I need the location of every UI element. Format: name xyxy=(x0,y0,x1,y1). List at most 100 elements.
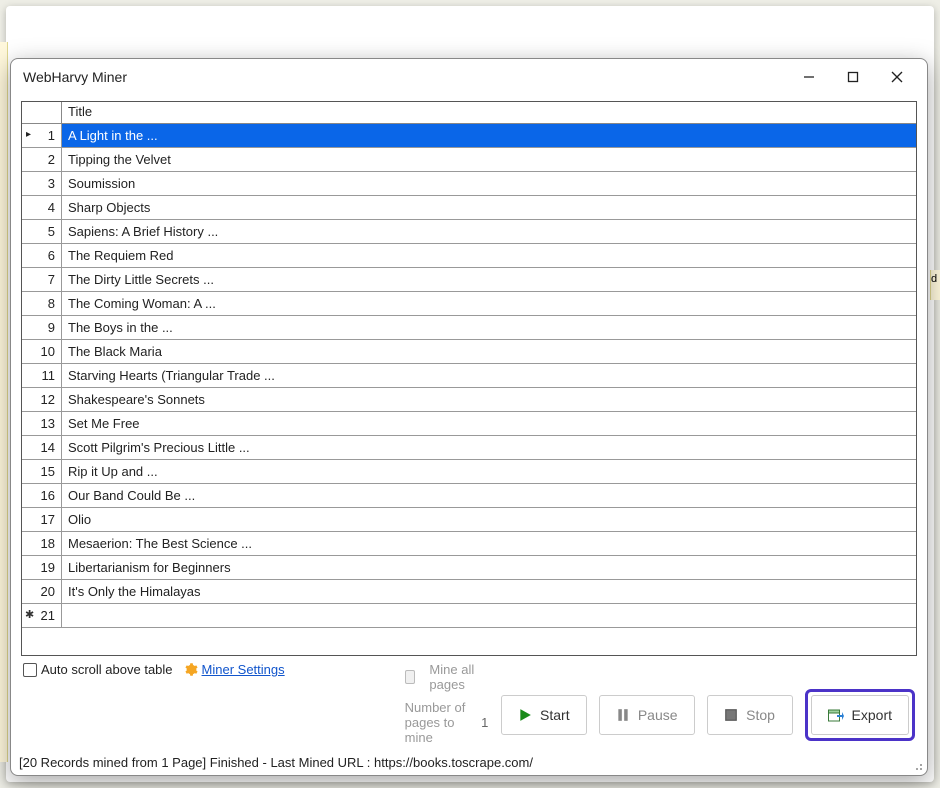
stop-icon xyxy=(724,708,738,722)
table-row[interactable]: 4Sharp Objects xyxy=(22,196,916,220)
close-icon xyxy=(891,71,903,83)
title-cell[interactable]: Tipping the Velvet xyxy=(62,148,916,171)
row-number-cell[interactable]: 3 xyxy=(22,172,62,195)
title-cell[interactable]: A Light in the ... xyxy=(62,124,916,147)
table-row[interactable]: 21✱ xyxy=(22,604,916,628)
row-number-cell[interactable]: 11 xyxy=(22,364,62,387)
mine-all-pages-option: Mine all pages xyxy=(405,662,491,692)
row-number-cell[interactable]: 1▸ xyxy=(22,124,62,147)
maximize-icon xyxy=(847,71,859,83)
table-row[interactable]: 15Rip it Up and ... xyxy=(22,460,916,484)
title-cell[interactable] xyxy=(62,604,916,627)
title-cell[interactable]: Olio xyxy=(62,508,916,531)
table-row[interactable]: 17Olio xyxy=(22,508,916,532)
row-number-cell[interactable]: 17 xyxy=(22,508,62,531)
title-cell[interactable]: Soumission xyxy=(62,172,916,195)
title-cell[interactable]: Our Band Could Be ... xyxy=(62,484,916,507)
table-row[interactable]: 9The Boys in the ... xyxy=(22,316,916,340)
row-number-cell[interactable]: 4 xyxy=(22,196,62,219)
title-cell[interactable]: The Requiem Red xyxy=(62,244,916,267)
table-row[interactable]: 18Mesaerion: The Best Science ... xyxy=(22,532,916,556)
title-cell[interactable]: Rip it Up and ... xyxy=(62,460,916,483)
title-cell[interactable]: The Boys in the ... xyxy=(62,316,916,339)
row-number-cell[interactable]: 16 xyxy=(22,484,62,507)
new-row-marker-icon: ✱ xyxy=(25,608,34,621)
minimize-button[interactable] xyxy=(787,62,831,92)
resize-grip[interactable] xyxy=(911,759,923,771)
table-row[interactable]: 7The Dirty Little Secrets ... xyxy=(22,268,916,292)
title-cell[interactable]: The Black Maria xyxy=(62,340,916,363)
miner-settings-link[interactable]: Miner Settings xyxy=(202,662,285,677)
row-number-cell[interactable]: 9 xyxy=(22,316,62,339)
pause-icon xyxy=(616,708,630,722)
gear-icon xyxy=(183,662,198,677)
row-number-cell[interactable]: 8 xyxy=(22,292,62,315)
mine-all-pages-checkbox[interactable] xyxy=(405,670,416,684)
maximize-button[interactable] xyxy=(831,62,875,92)
num-pages-label: Number of pages to mine xyxy=(405,700,469,745)
row-number-cell[interactable]: 21✱ xyxy=(22,604,62,627)
row-header-corner[interactable] xyxy=(22,102,62,123)
table-row[interactable]: 1▸A Light in the ... xyxy=(22,124,916,148)
table-row[interactable]: 20It's Only the Himalayas xyxy=(22,580,916,604)
table-row[interactable]: 16Our Band Could Be ... xyxy=(22,484,916,508)
background-panel-right: d xyxy=(930,270,940,300)
screen: d WebHarvy Miner Title 1▸A Light in the … xyxy=(0,0,940,788)
title-cell[interactable]: Set Me Free xyxy=(62,412,916,435)
pause-button[interactable]: Pause xyxy=(599,695,695,735)
stop-button[interactable]: Stop xyxy=(707,695,793,735)
title-cell[interactable]: Sapiens: A Brief History ... xyxy=(62,220,916,243)
results-grid[interactable]: Title 1▸A Light in the ...2Tipping the V… xyxy=(21,101,917,656)
table-row[interactable]: 11Starving Hearts (Triangular Trade ... xyxy=(22,364,916,388)
title-cell[interactable]: Mesaerion: The Best Science ... xyxy=(62,532,916,555)
row-number-cell[interactable]: 10 xyxy=(22,340,62,363)
title-cell[interactable]: Libertarianism for Beginners xyxy=(62,556,916,579)
title-cell[interactable]: It's Only the Himalayas xyxy=(62,580,916,603)
table-row[interactable]: 19Libertarianism for Beginners xyxy=(22,556,916,580)
title-cell[interactable]: Sharp Objects xyxy=(62,196,916,219)
export-button[interactable]: Export xyxy=(811,695,909,735)
auto-scroll-checkbox[interactable] xyxy=(23,663,37,677)
row-number-cell[interactable]: 14 xyxy=(22,436,62,459)
close-button[interactable] xyxy=(875,62,919,92)
export-button-label: Export xyxy=(852,707,892,723)
table-row[interactable]: 3Soumission xyxy=(22,172,916,196)
num-pages-value[interactable]: 1 xyxy=(479,715,491,730)
window-title: WebHarvy Miner xyxy=(23,69,787,85)
export-highlight: Export xyxy=(805,689,915,741)
grid-body[interactable]: 1▸A Light in the ...2Tipping the Velvet3… xyxy=(22,124,916,655)
table-row[interactable]: 8The Coming Woman: A ... xyxy=(22,292,916,316)
title-cell[interactable]: Starving Hearts (Triangular Trade ... xyxy=(62,364,916,387)
row-number-cell[interactable]: 7 xyxy=(22,268,62,291)
row-number-cell[interactable]: 12 xyxy=(22,388,62,411)
title-cell[interactable]: Shakespeare's Sonnets xyxy=(62,388,916,411)
title-cell[interactable]: The Coming Woman: A ... xyxy=(62,292,916,315)
row-number-cell[interactable]: 2 xyxy=(22,148,62,171)
title-cell[interactable]: Scott Pilgrim's Precious Little ... xyxy=(62,436,916,459)
auto-scroll-option[interactable]: Auto scroll above table xyxy=(23,662,173,677)
row-number-cell[interactable]: 15 xyxy=(22,460,62,483)
grid-header[interactable]: Title xyxy=(22,102,916,124)
status-text: [20 Records mined from 1 Page] Finished … xyxy=(19,755,533,770)
row-number-cell[interactable]: 5 xyxy=(22,220,62,243)
titlebar[interactable]: WebHarvy Miner xyxy=(11,59,927,95)
table-row[interactable]: 10The Black Maria xyxy=(22,340,916,364)
window-content: Title 1▸A Light in the ...2Tipping the V… xyxy=(11,95,927,749)
row-number-cell[interactable]: 18 xyxy=(22,532,62,555)
row-number-cell[interactable]: 13 xyxy=(22,412,62,435)
table-row[interactable]: 5Sapiens: A Brief History ... xyxy=(22,220,916,244)
miner-settings-link-group: Miner Settings xyxy=(183,662,285,677)
row-number-cell[interactable]: 6 xyxy=(22,244,62,267)
title-cell[interactable]: The Dirty Little Secrets ... xyxy=(62,268,916,291)
table-row[interactable]: 13Set Me Free xyxy=(22,412,916,436)
status-bar: [20 Records mined from 1 Page] Finished … xyxy=(11,749,927,775)
table-row[interactable]: 14Scott Pilgrim's Precious Little ... xyxy=(22,436,916,460)
table-row[interactable]: 12Shakespeare's Sonnets xyxy=(22,388,916,412)
row-number-cell[interactable]: 19 xyxy=(22,556,62,579)
column-header-title[interactable]: Title xyxy=(62,102,916,123)
row-number-cell[interactable]: 20 xyxy=(22,580,62,603)
table-row[interactable]: 2Tipping the Velvet xyxy=(22,148,916,172)
play-icon xyxy=(518,708,532,722)
table-row[interactable]: 6The Requiem Red xyxy=(22,244,916,268)
start-button[interactable]: Start xyxy=(501,695,587,735)
